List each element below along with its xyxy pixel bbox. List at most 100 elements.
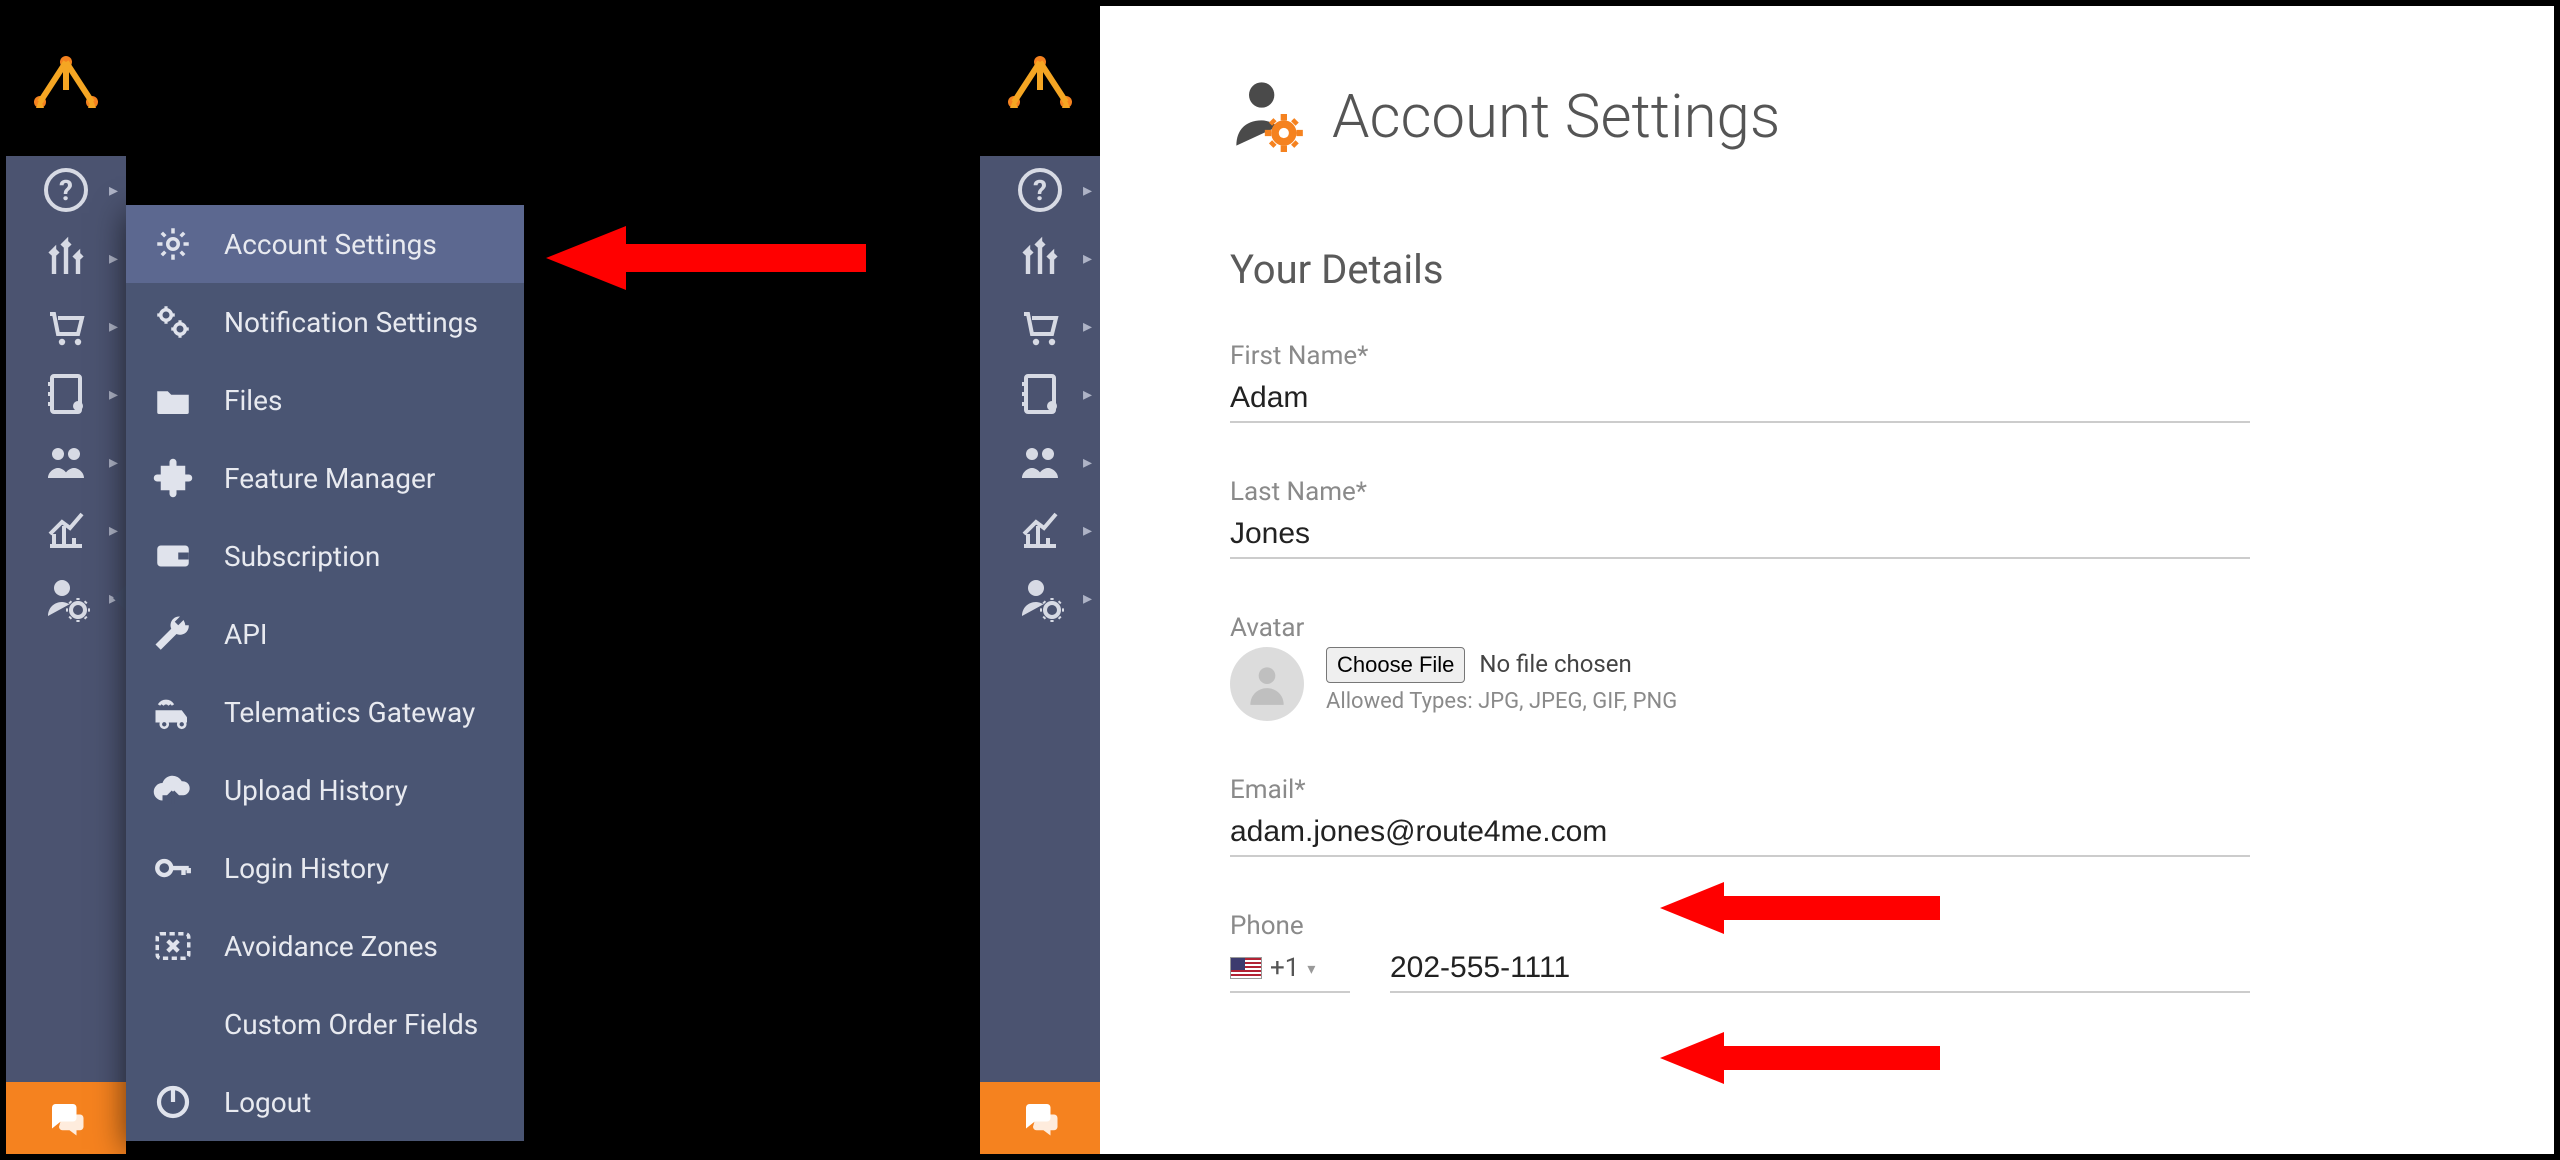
route-logo-icon [26,46,106,116]
chevron-right-icon: ▸ [1083,180,1092,201]
puzzle-icon [152,457,194,499]
sidebar-item-orders[interactable]: ▸ [980,292,1100,360]
chevron-right-icon: ▸ [1083,520,1092,541]
sidebar-item-team[interactable]: ▸ [980,428,1100,496]
country-code: +1 [1270,953,1299,983]
wrench-icon [152,613,194,655]
sidebar-item-routes[interactable]: ▸ [980,224,1100,292]
first-name-label: First Name* [1230,341,2250,371]
menu-item-upload-history[interactable]: Upload History [126,751,524,829]
menu-label: Custom Order Fields [224,1008,478,1041]
notify-gear-icon [152,301,194,343]
menu-item-notification-settings[interactable]: Notification Settings [126,283,524,361]
team-icon [42,438,90,486]
chat-icon [45,1097,87,1139]
key-icon [152,847,194,889]
choose-file-button[interactable]: Choose File [1326,647,1465,683]
screenshot-panel-right: ? ▸ ▸ ▸ ▸ ▸ ▸ [974,0,2560,1160]
cart-icon [1016,302,1064,350]
addressbook-icon [1016,370,1064,418]
analytics-icon [1016,506,1064,554]
sidebar-item-account[interactable]: ▸ [6,564,126,632]
menu-label: Telematics Gateway [224,696,475,729]
addressbook-icon [42,370,90,418]
account-settings-page: Account Settings Your Details First Name… [1100,6,2554,1154]
sidebar-item-account[interactable]: ▸ [980,564,1100,632]
last-name-label: Last Name* [1230,477,2250,507]
chevron-down-icon: ▾ [1307,959,1315,978]
menu-item-account-settings[interactable]: Account Settings [126,205,524,283]
chevron-right-icon: ▸ [1083,316,1092,337]
account-gear-icon [1016,574,1064,622]
chat-button[interactable] [980,1082,1100,1154]
file-status: No file chosen [1479,650,1631,678]
cloud-upload-icon [152,769,194,811]
sidebar-item-addressbook[interactable]: ▸ [980,360,1100,428]
chevron-right-icon: ▸ [1083,588,1092,609]
menu-label: API [224,618,268,651]
section-heading: Your Details [1230,246,2514,293]
menu-label: Account Settings [224,228,437,261]
chevron-right-icon: ▸ [1083,452,1092,473]
chevron-right-icon: ▸ [109,384,118,405]
avatar-placeholder [1230,647,1304,721]
user-icon [1242,659,1292,709]
sidebar-item-analytics[interactable]: ▸ [6,496,126,564]
svg-text:?: ? [59,174,73,207]
svg-text:?: ? [1033,174,1047,207]
phone-country-selector[interactable]: +1 ▾ [1230,953,1350,993]
chevron-right-icon: ▸ [1083,248,1092,269]
team-icon [1016,438,1064,486]
sidebar-item-addressbook[interactable]: ▸ [6,360,126,428]
chevron-right-icon: ▸ [109,248,118,269]
sidebar-item-help[interactable]: ? ▸ [6,156,126,224]
chevron-right-icon: ▸ [109,180,118,201]
chevron-right-icon: ▸ [109,316,118,337]
zone-x-icon [152,925,194,967]
page-title: Account Settings [1332,81,1780,152]
truck-signal-icon [152,691,194,733]
menu-item-avoidance-zones[interactable]: Avoidance Zones [126,907,524,985]
menu-label: Notification Settings [224,306,478,339]
route-logo-icon [1000,46,1080,116]
sidebar-item-orders[interactable]: ▸ [6,292,126,360]
menu-item-logout[interactable]: Logout [126,1063,524,1141]
help-icon: ? [1016,166,1064,214]
menu-label: Logout [224,1086,311,1119]
menu-label: Feature Manager [224,462,435,495]
menu-label: Files [224,384,282,417]
gear-icon [152,223,194,265]
sidebar-item-routes[interactable]: ▸ [6,224,126,292]
menu-item-api[interactable]: API [126,595,524,673]
screenshot-panel-left: ? ▸ ▸ ▸ ▸ ▸ ▸ [0,0,974,1160]
avatar-label: Avatar [1230,613,2250,643]
sidebar-item-team[interactable]: ▸ [6,428,126,496]
email-input[interactable] [1230,809,2250,857]
menu-label: Subscription [224,540,380,573]
chat-button[interactable] [6,1082,126,1154]
menu-item-files[interactable]: Files [126,361,524,439]
menu-label: Login History [224,852,389,885]
logo [6,6,126,156]
last-name-input[interactable] [1230,511,2250,559]
power-icon [152,1081,194,1123]
menu-item-telematics[interactable]: Telematics Gateway [126,673,524,751]
sidebar: ? ▸ ▸ ▸ ▸ ▸ ▸ [6,6,126,1154]
menu-item-subscription[interactable]: Subscription [126,517,524,595]
sidebar-item-help[interactable]: ? ▸ [980,156,1100,224]
phone-input[interactable] [1390,945,2250,993]
sidebar-item-analytics[interactable]: ▸ [980,496,1100,564]
menu-item-login-history[interactable]: Login History [126,829,524,907]
wallet-icon [152,535,194,577]
account-flyout-menu: Account Settings Notification Settings F… [126,205,524,1141]
account-gear-icon [42,574,90,622]
folder-icon [152,379,194,421]
chevron-right-icon: ▸ [1083,384,1092,405]
first-name-input[interactable] [1230,375,2250,423]
menu-item-feature-manager[interactable]: Feature Manager [126,439,524,517]
email-label: Email* [1230,775,2250,805]
us-flag-icon [1230,957,1262,979]
routes-icon [1016,234,1064,282]
menu-label: Upload History [224,774,408,807]
menu-item-custom-order-fields[interactable]: Custom Order Fields [126,985,524,1063]
